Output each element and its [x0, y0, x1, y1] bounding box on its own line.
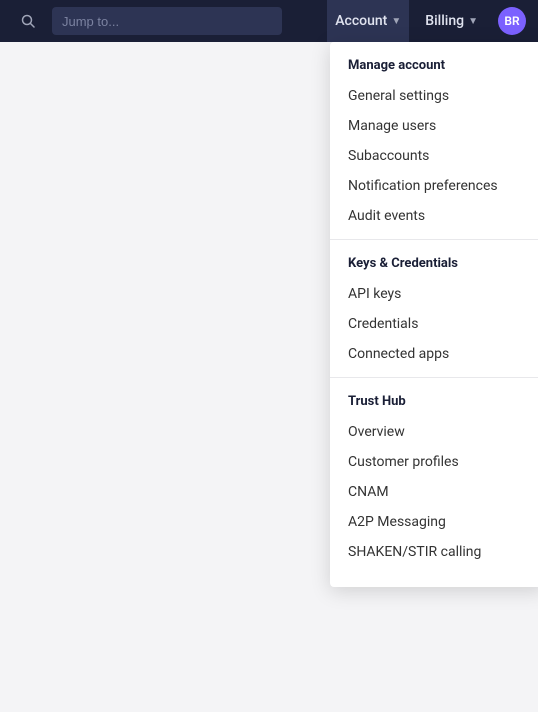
nav-customer-profiles[interactable]: Customer profiles	[330, 447, 538, 477]
nav-connected-apps[interactable]: Connected apps	[330, 339, 538, 369]
nav-a2p-messaging[interactable]: A2P Messaging	[330, 507, 538, 537]
account-label: Account	[335, 13, 387, 29]
nav-manage-users[interactable]: Manage users	[330, 111, 538, 141]
account-dropdown: Manage account General settings Manage u…	[330, 42, 538, 587]
account-nav-item[interactable]: Account ▼	[327, 0, 409, 42]
account-chevron-icon: ▼	[391, 16, 401, 27]
nav-notification-preferences[interactable]: Notification preferences	[330, 171, 538, 201]
dropdown-section-keys-credentials: Keys & Credentials API keys Credentials …	[330, 240, 538, 378]
navbar: Account ▼ Billing ▼ BR	[0, 0, 538, 42]
dropdown-section-manage-account: Manage account General settings Manage u…	[330, 42, 538, 240]
avatar[interactable]: BR	[498, 7, 526, 35]
nav-api-keys[interactable]: API keys	[330, 279, 538, 309]
section-title-trust-hub: Trust Hub	[330, 394, 538, 417]
search-input[interactable]	[52, 7, 282, 35]
billing-label: Billing	[425, 13, 464, 29]
billing-nav-item[interactable]: Billing ▼	[417, 0, 486, 42]
section-title-manage-account: Manage account	[330, 58, 538, 81]
nav-cnam[interactable]: CNAM	[330, 477, 538, 507]
dropdown-section-trust-hub: Trust Hub Overview Customer profiles CNA…	[330, 378, 538, 579]
search-icon	[12, 7, 44, 35]
section-title-keys-credentials: Keys & Credentials	[330, 256, 538, 279]
nav-general-settings[interactable]: General settings	[330, 81, 538, 111]
nav-subaccounts[interactable]: Subaccounts	[330, 141, 538, 171]
billing-chevron-icon: ▼	[468, 16, 478, 27]
nav-shaken-stir[interactable]: SHAKEN/STIR calling	[330, 537, 538, 567]
nav-credentials[interactable]: Credentials	[330, 309, 538, 339]
nav-overview[interactable]: Overview	[330, 417, 538, 447]
nav-audit-events[interactable]: Audit events	[330, 201, 538, 231]
